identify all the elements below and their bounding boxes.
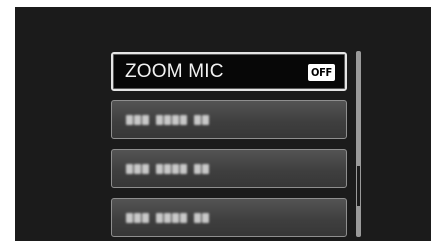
- blurred-label: [126, 164, 209, 174]
- menu-item-blurred-1[interactable]: [111, 100, 347, 139]
- menu-item-blurred-3[interactable]: [111, 198, 347, 237]
- scrollbar-thumb[interactable]: [357, 166, 360, 206]
- menu-item-label: ZOOM MIC: [125, 60, 224, 82]
- off-value-badge: OFF: [307, 64, 335, 81]
- blurred-label: [126, 115, 209, 125]
- camera-menu-screen: ZOOM MIC OFF: [15, 7, 431, 241]
- menu-scrollbar[interactable]: [356, 51, 361, 237]
- menu-item-zoom-mic[interactable]: ZOOM MIC OFF: [111, 52, 347, 91]
- menu-item-blurred-2[interactable]: [111, 149, 347, 188]
- blurred-label: [126, 213, 209, 223]
